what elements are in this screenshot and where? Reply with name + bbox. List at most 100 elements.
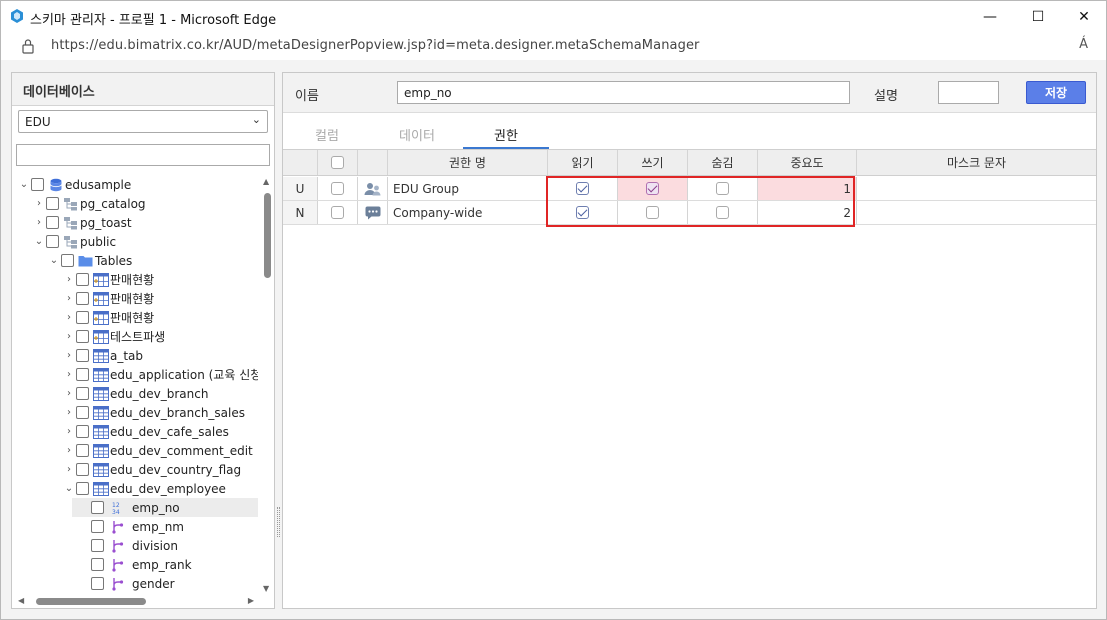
read-aloud-icon[interactable]: Á	[1079, 37, 1088, 52]
chevron-right-icon[interactable]: ›	[33, 217, 45, 228]
tree-node-checkbox[interactable]	[91, 501, 104, 514]
save-button[interactable]: 저장	[1026, 81, 1086, 104]
tree-node-checkbox[interactable]	[31, 178, 44, 191]
tree-node[interactable]: › edu_dev_branch_sales	[63, 403, 251, 422]
importance-cell[interactable]: 2	[758, 201, 857, 224]
tree-node[interactable]: ⌄ edusample	[18, 175, 137, 194]
read-cell[interactable]	[548, 201, 618, 224]
chevron-down-icon[interactable]: ⌄	[63, 483, 75, 494]
chevron-right-icon[interactable]: ›	[63, 445, 75, 456]
tree-node[interactable]: › edu_application (교육 신청	[63, 365, 258, 384]
scrollbar-thumb[interactable]	[264, 193, 271, 278]
tree-node[interactable]: › pg_toast	[33, 213, 138, 232]
scroll-right-icon[interactable]: ▶	[248, 596, 254, 605]
tree-node[interactable]: › edu_dev_cafe_sales	[63, 422, 235, 441]
tree-node-checkbox[interactable]	[76, 444, 89, 457]
tree-vertical-scrollbar[interactable]: ▲ ▼	[261, 175, 273, 595]
tree-node[interactable]: › a_tab	[63, 346, 149, 365]
close-button[interactable]: ✕	[1061, 1, 1107, 33]
tree-node-checkbox[interactable]	[76, 292, 89, 305]
write-cell[interactable]	[618, 201, 688, 224]
tree-node-checkbox[interactable]	[46, 216, 59, 229]
tree-node[interactable]: › 판매현황	[63, 289, 160, 308]
tree-node[interactable]: › edu_dev_country_flag	[63, 460, 247, 479]
tree-node-checkbox[interactable]	[76, 463, 89, 476]
description-input[interactable]	[938, 81, 999, 104]
chevron-down-icon[interactable]: ⌄	[33, 236, 45, 247]
header-importance[interactable]: 중요도	[758, 150, 857, 175]
tree-node-checkbox[interactable]	[76, 425, 89, 438]
header-read[interactable]: 읽기	[548, 150, 618, 175]
tab-data[interactable]: 데이터	[371, 125, 463, 149]
tree-node-checkbox[interactable]	[76, 482, 89, 495]
chevron-right-icon[interactable]: ›	[63, 274, 75, 285]
scroll-down-icon[interactable]: ▼	[263, 584, 269, 593]
tree-node-checkbox[interactable]	[91, 577, 104, 590]
tree-node[interactable]: 12 34 emp_no	[72, 498, 258, 517]
permission-row[interactable]: N Company-wide 2	[283, 201, 1096, 225]
minimize-button[interactable]: —	[967, 1, 1013, 33]
chevron-right-icon[interactable]: ›	[63, 293, 75, 304]
hide-cell[interactable]	[688, 177, 758, 200]
chevron-right-icon[interactable]: ›	[63, 312, 75, 323]
tree-node-checkbox[interactable]	[76, 387, 89, 400]
tree-search-input[interactable]	[16, 144, 270, 166]
read-checkbox[interactable]	[576, 182, 589, 195]
tree-node[interactable]: emp_rank	[78, 555, 198, 574]
select-all-checkbox[interactable]	[331, 156, 344, 169]
maximize-button[interactable]: ☐	[1015, 1, 1061, 33]
tree-node[interactable]: › 판매현황	[63, 270, 160, 289]
read-cell[interactable]	[548, 177, 618, 200]
read-checkbox[interactable]	[576, 206, 589, 219]
tree-node-checkbox[interactable]	[91, 558, 104, 571]
tree-node[interactable]: › 판매현황	[63, 308, 160, 327]
chevron-right-icon[interactable]: ›	[63, 426, 75, 437]
tab-permissions[interactable]: 권한	[463, 125, 549, 149]
scrollbar-thumb[interactable]	[36, 598, 146, 605]
tree-node-checkbox[interactable]	[76, 406, 89, 419]
url-text[interactable]: https://edu.bimatrix.co.kr/AUD/metaDesig…	[51, 38, 700, 53]
tab-columns[interactable]: 컬럼	[283, 125, 371, 149]
row-select-checkbox[interactable]	[331, 182, 344, 195]
header-select-all[interactable]	[318, 150, 358, 175]
hide-checkbox[interactable]	[716, 182, 729, 195]
tree-node[interactable]: › pg_catalog	[33, 194, 152, 213]
importance-cell[interactable]: 1	[758, 177, 857, 200]
tree-node-checkbox[interactable]	[46, 235, 59, 248]
hide-cell[interactable]	[688, 201, 758, 224]
chevron-right-icon[interactable]: ›	[63, 464, 75, 475]
tree-node-checkbox[interactable]	[46, 197, 59, 210]
chevron-right-icon[interactable]: ›	[63, 369, 75, 380]
chevron-down-icon[interactable]: ⌄	[18, 179, 30, 190]
name-input[interactable]: emp_no	[397, 81, 850, 104]
permission-name[interactable]: EDU Group	[388, 177, 548, 200]
tree-node[interactable]: › 테스트파생	[63, 327, 171, 346]
tree-node[interactable]: division	[78, 536, 184, 555]
chevron-right-icon[interactable]: ›	[33, 198, 45, 209]
row-select-cell[interactable]	[318, 177, 358, 200]
panel-splitter[interactable]	[277, 507, 280, 537]
mask-char-cell[interactable]	[857, 201, 1096, 224]
row-select-checkbox[interactable]	[331, 206, 344, 219]
header-permission-name[interactable]: 권한 명	[388, 150, 548, 175]
tree-node-checkbox[interactable]	[76, 330, 89, 343]
header-mask-char[interactable]: 마스크 문자	[857, 150, 1096, 175]
database-select[interactable]: EDU ⌄	[18, 110, 268, 133]
tree-node[interactable]: ⌄ Tables	[48, 251, 138, 270]
chevron-right-icon[interactable]: ›	[63, 350, 75, 361]
tree-node[interactable]: emp_nm	[78, 517, 190, 536]
tree-node-checkbox[interactable]	[91, 539, 104, 552]
row-select-cell[interactable]	[318, 201, 358, 224]
scroll-left-icon[interactable]: ◀	[18, 596, 24, 605]
tree-node-checkbox[interactable]	[61, 254, 74, 267]
tree-node[interactable]: gender	[78, 574, 181, 593]
tree-node-checkbox[interactable]	[91, 520, 104, 533]
write-cell[interactable]	[618, 177, 688, 200]
write-checkbox[interactable]	[646, 182, 659, 195]
tree-node[interactable]: › edu_dev_branch	[63, 384, 214, 403]
chevron-right-icon[interactable]: ›	[63, 407, 75, 418]
tree-horizontal-scrollbar[interactable]: ◀ ▶	[12, 594, 274, 608]
tree-node[interactable]: ⌄ edu_dev_employee	[63, 479, 232, 498]
scroll-up-icon[interactable]: ▲	[263, 177, 269, 186]
tree-node-checkbox[interactable]	[76, 273, 89, 286]
